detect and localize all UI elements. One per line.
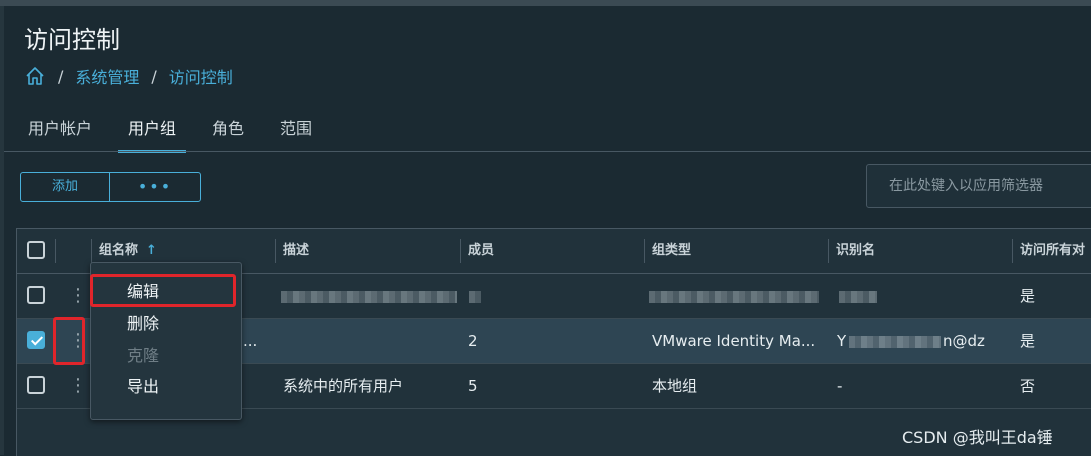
description-value: 系统中的所有用户 [283, 377, 404, 395]
filter-box [866, 164, 1091, 208]
kebab-icon[interactable]: ⋮ [69, 374, 87, 398]
header-access-all[interactable]: 访问所有对 [1012, 229, 1091, 273]
menu-item-delete[interactable]: 删除 [91, 309, 241, 339]
header-group-type[interactable]: 组类型 [644, 229, 828, 273]
breadcrumb: / 系统管理 / 访问控制 [24, 64, 233, 88]
header-members[interactable]: 成员 [460, 229, 644, 273]
left-rail [0, 6, 4, 455]
watermark-text: CSDN @我叫王da锤 [902, 428, 1053, 447]
row-checkbox[interactable] [27, 331, 45, 349]
access-all-value: 是 [1020, 287, 1036, 305]
sort-ascending-icon[interactable]: ↑ [146, 243, 157, 258]
breadcrumb-separator: / [151, 66, 157, 86]
edit-highlight-box [90, 274, 236, 307]
redacted-text [839, 291, 877, 303]
group-name-value: ... [243, 332, 258, 350]
row-checkbox[interactable] [27, 376, 45, 394]
tab-user-accounts[interactable]: 用户帐户 [18, 112, 102, 150]
tab-bar: 用户帐户 用户组 角色 范围 [18, 112, 338, 153]
redacted-text [469, 291, 481, 303]
distinguished-name-suffix: n@dz [943, 332, 985, 350]
top-bar [0, 0, 1091, 6]
distinguished-name-value: Y [837, 332, 847, 350]
menu-item-export[interactable]: 导出 [91, 372, 241, 402]
redacted-text [649, 291, 819, 303]
members-value: 5 [468, 377, 478, 395]
kebab-highlight-box [53, 317, 85, 365]
redacted-text [849, 336, 941, 348]
header-actions-col [55, 229, 91, 273]
filter-input[interactable] [887, 177, 1091, 195]
more-actions-button[interactable]: ••• [110, 173, 200, 201]
breadcrumb-separator: / [58, 66, 64, 86]
group-type-value: VMware Identity Ma... [652, 332, 816, 350]
breadcrumb-access-control[interactable]: 访问控制 [169, 64, 233, 88]
members-value: 2 [468, 332, 478, 350]
tab-roles[interactable]: 角色 [202, 112, 254, 150]
tabs-divider [4, 151, 1091, 152]
tab-user-groups[interactable]: 用户组 [118, 112, 187, 153]
access-all-value: 否 [1020, 377, 1036, 395]
menu-item-clone: 克隆 [127, 346, 160, 365]
access-all-value: 是 [1020, 332, 1036, 350]
row-checkbox[interactable] [27, 286, 45, 304]
page-title: 访问控制 [24, 26, 120, 54]
header-description[interactable]: 描述 [275, 229, 460, 273]
select-all-checkbox[interactable] [27, 241, 45, 259]
redacted-text [281, 291, 457, 303]
group-type-value: 本地组 [652, 377, 698, 395]
tab-scopes[interactable]: 范围 [270, 112, 322, 150]
add-button[interactable]: 添加 [21, 173, 110, 201]
toolbar-button-group: 添加 ••• [20, 172, 201, 202]
breadcrumb-system-management[interactable]: 系统管理 [75, 64, 139, 88]
home-icon[interactable] [24, 65, 46, 87]
distinguished-name-value: - [837, 377, 843, 395]
kebab-icon[interactable]: ⋮ [69, 284, 87, 308]
header-distinguished-name[interactable]: 识别名 [828, 229, 1012, 273]
